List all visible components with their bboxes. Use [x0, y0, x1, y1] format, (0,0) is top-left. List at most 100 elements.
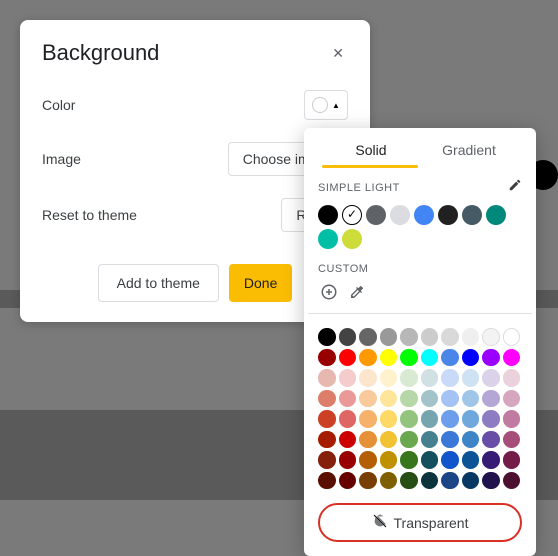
- eyedropper-icon[interactable]: [348, 283, 366, 301]
- color-swatch[interactable]: [482, 328, 500, 346]
- transparent-button[interactable]: Transparent: [318, 503, 522, 542]
- color-swatch[interactable]: [318, 390, 336, 408]
- color-swatch[interactable]: [380, 451, 398, 469]
- color-swatch[interactable]: [441, 369, 459, 387]
- color-swatch[interactable]: [339, 410, 357, 428]
- color-swatch[interactable]: [462, 349, 480, 367]
- tab-solid[interactable]: Solid: [322, 128, 420, 168]
- color-swatch[interactable]: [359, 451, 377, 469]
- color-swatch[interactable]: [339, 349, 357, 367]
- color-swatch[interactable]: [482, 349, 500, 367]
- color-swatch[interactable]: [503, 328, 521, 346]
- color-swatch[interactable]: [380, 328, 398, 346]
- color-swatch[interactable]: [359, 472, 377, 490]
- color-swatch[interactable]: [318, 369, 336, 387]
- color-swatch[interactable]: [380, 349, 398, 367]
- color-swatch[interactable]: [390, 205, 410, 225]
- color-swatch[interactable]: [482, 451, 500, 469]
- color-swatch[interactable]: [359, 369, 377, 387]
- color-swatch[interactable]: [462, 328, 480, 346]
- color-swatch[interactable]: [462, 451, 480, 469]
- color-swatch[interactable]: [441, 410, 459, 428]
- color-swatch[interactable]: [339, 431, 357, 449]
- color-swatch[interactable]: [366, 205, 386, 225]
- color-swatch[interactable]: [318, 451, 336, 469]
- color-swatch[interactable]: [441, 472, 459, 490]
- color-swatch[interactable]: [462, 390, 480, 408]
- color-swatch[interactable]: [503, 369, 521, 387]
- done-button[interactable]: Done: [229, 264, 292, 302]
- color-swatch[interactable]: [441, 349, 459, 367]
- color-swatch[interactable]: [441, 390, 459, 408]
- color-swatch[interactable]: [380, 390, 398, 408]
- color-swatch[interactable]: [482, 369, 500, 387]
- color-swatch[interactable]: [462, 205, 482, 225]
- color-swatch[interactable]: [486, 205, 506, 225]
- color-swatch[interactable]: [400, 472, 418, 490]
- color-swatch[interactable]: [400, 410, 418, 428]
- color-swatch[interactable]: [421, 431, 439, 449]
- color-swatch[interactable]: [318, 431, 336, 449]
- color-swatch[interactable]: [400, 328, 418, 346]
- color-swatch[interactable]: [482, 390, 500, 408]
- color-swatch[interactable]: [503, 431, 521, 449]
- color-swatch[interactable]: [441, 328, 459, 346]
- color-swatch[interactable]: [318, 349, 336, 367]
- color-swatch[interactable]: [359, 431, 377, 449]
- color-swatch[interactable]: [400, 349, 418, 367]
- color-swatch[interactable]: [318, 205, 338, 225]
- add-custom-color-icon[interactable]: [320, 283, 338, 301]
- color-swatch[interactable]: [318, 328, 336, 346]
- color-swatch[interactable]: [339, 328, 357, 346]
- color-swatch[interactable]: [462, 410, 480, 428]
- color-swatch[interactable]: [400, 369, 418, 387]
- color-swatch[interactable]: [503, 390, 521, 408]
- pencil-icon[interactable]: [508, 178, 522, 197]
- color-swatch[interactable]: [482, 410, 500, 428]
- color-swatch[interactable]: [359, 328, 377, 346]
- color-swatch[interactable]: [482, 431, 500, 449]
- color-swatch[interactable]: [421, 451, 439, 469]
- color-swatch[interactable]: [342, 229, 362, 249]
- color-swatch[interactable]: [400, 431, 418, 449]
- color-swatch[interactable]: [380, 472, 398, 490]
- color-swatch[interactable]: [342, 205, 362, 225]
- color-swatch[interactable]: [421, 472, 439, 490]
- color-swatch[interactable]: [339, 472, 357, 490]
- color-swatch[interactable]: [414, 205, 434, 225]
- color-swatch[interactable]: [421, 410, 439, 428]
- color-swatch[interactable]: [503, 410, 521, 428]
- color-swatch[interactable]: [318, 472, 336, 490]
- color-swatch[interactable]: [339, 369, 357, 387]
- color-swatch[interactable]: [380, 431, 398, 449]
- color-swatch[interactable]: [438, 205, 458, 225]
- color-swatch[interactable]: [339, 390, 357, 408]
- color-swatch[interactable]: [400, 390, 418, 408]
- color-dropdown-button[interactable]: ▲: [304, 90, 348, 120]
- color-swatch[interactable]: [318, 229, 338, 249]
- color-swatch[interactable]: [339, 451, 357, 469]
- color-swatch[interactable]: [462, 369, 480, 387]
- color-swatch[interactable]: [380, 410, 398, 428]
- color-swatch[interactable]: [421, 369, 439, 387]
- color-swatch[interactable]: [462, 431, 480, 449]
- color-swatch[interactable]: [503, 451, 521, 469]
- color-swatch[interactable]: [441, 431, 459, 449]
- color-swatch[interactable]: [359, 390, 377, 408]
- add-to-theme-button[interactable]: Add to theme: [98, 264, 219, 302]
- tab-gradient[interactable]: Gradient: [420, 128, 518, 168]
- color-swatch[interactable]: [318, 410, 336, 428]
- color-swatch[interactable]: [359, 410, 377, 428]
- color-swatch[interactable]: [421, 390, 439, 408]
- color-swatch[interactable]: [421, 349, 439, 367]
- color-swatch[interactable]: [359, 349, 377, 367]
- color-swatch[interactable]: [400, 451, 418, 469]
- color-swatch[interactable]: [421, 328, 439, 346]
- color-swatch[interactable]: [462, 472, 480, 490]
- close-icon[interactable]: ✕: [328, 41, 348, 66]
- color-swatch[interactable]: [441, 451, 459, 469]
- color-swatch[interactable]: [380, 369, 398, 387]
- color-swatch[interactable]: [503, 349, 521, 367]
- color-swatch[interactable]: [482, 472, 500, 490]
- color-swatch[interactable]: [503, 472, 521, 490]
